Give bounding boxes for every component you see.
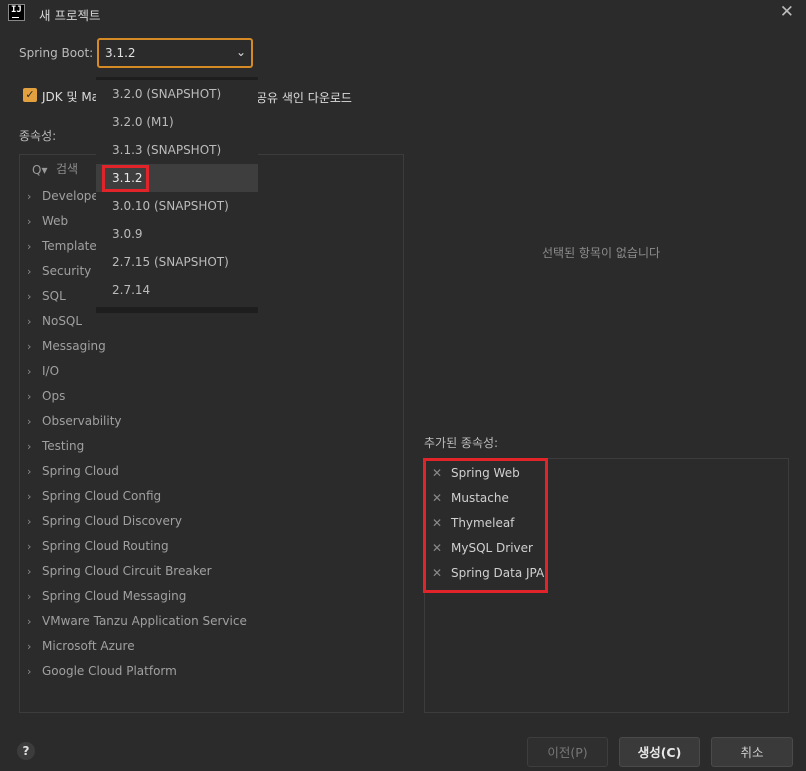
category-label: Spring Cloud Circuit Breaker (42, 564, 212, 578)
version-option[interactable]: 3.2.0 (M1) (96, 108, 258, 136)
chevron-right-icon: › (27, 365, 32, 378)
category-item[interactable]: › Spring Cloud Discovery (27, 514, 182, 534)
chevron-right-icon: › (27, 215, 32, 228)
version-option[interactable]: 2.7.14 (96, 276, 258, 304)
category-item[interactable]: › Spring Cloud (27, 464, 119, 484)
chevron-right-icon: › (27, 590, 32, 603)
category-label: SQL (42, 289, 66, 303)
jdk-option-label-start: JDK 및 Ma (42, 90, 100, 104)
chevron-right-icon: › (27, 340, 32, 353)
category-label: Security (42, 264, 92, 278)
category-label: Ops (42, 389, 66, 403)
category-item[interactable]: › Testing (27, 439, 84, 459)
category-item[interactable]: › SQL (27, 289, 66, 309)
chevron-right-icon: › (27, 565, 32, 578)
version-option[interactable]: 3.2.0 (SNAPSHOT) (96, 80, 258, 108)
category-label: Spring Cloud Messaging (42, 589, 187, 603)
category-item[interactable]: › Microsoft Azure (27, 639, 135, 659)
chevron-right-icon: › (27, 265, 32, 278)
category-label: Messaging (42, 339, 106, 353)
category-item[interactable]: › Messaging (27, 339, 106, 359)
version-option[interactable]: 2.7.15 (SNAPSHOT) (96, 248, 258, 276)
chevron-down-icon: ⌄ (235, 45, 246, 59)
category-item[interactable]: › Security (27, 264, 91, 284)
category-label: Spring Cloud Config (42, 489, 162, 503)
create-button[interactable]: 생성(C) (619, 737, 700, 767)
chevron-right-icon: › (27, 640, 32, 653)
chevron-right-icon: › (27, 315, 32, 328)
logo-text: IJ (11, 5, 22, 15)
version-dropdown-list: 3.2.0 (SNAPSHOT) 3.2.0 (M1) 3.1.3 (SNAPSHO… (96, 77, 258, 313)
help-icon[interactable]: ? (17, 742, 35, 760)
chevron-right-icon: › (27, 390, 32, 403)
chevron-right-icon: › (27, 415, 32, 428)
category-item[interactable]: › Web (27, 214, 68, 234)
category-label: Web (42, 214, 69, 228)
category-label: Testing (42, 439, 85, 453)
category-label: Google Cloud Platform (42, 664, 177, 678)
chevron-right-icon: › (27, 240, 32, 253)
category-label: NoSQL (42, 314, 83, 328)
category-label: Spring Cloud (42, 464, 119, 478)
category-label: Microsoft Azure (42, 639, 135, 653)
cancel-button[interactable]: 취소 (711, 737, 793, 767)
chevron-right-icon: › (27, 290, 32, 303)
version-option[interactable]: 3.0.10 (SNAPSHOT) (96, 192, 258, 220)
dependencies-label: 종속성: (19, 129, 57, 143)
category-item[interactable]: › Ops (27, 389, 65, 409)
selected-version-highlight (102, 165, 149, 192)
spring-boot-version-select[interactable]: 3.1.2 ⌄ (97, 38, 253, 68)
chevron-right-icon: › (27, 515, 32, 528)
category-label: Observability (42, 414, 122, 428)
chevron-right-icon: › (27, 440, 32, 453)
category-item[interactable]: › I/O (27, 364, 59, 384)
search-icon: Q▾ (32, 163, 48, 177)
category-label: VMware Tanzu Application Service (42, 614, 247, 628)
jdk-checkbox[interactable]: ✓ (23, 88, 37, 102)
previous-button[interactable]: 이전(P) (527, 737, 608, 767)
chevron-right-icon: › (27, 190, 32, 203)
version-option[interactable]: 3.1.3 (SNAPSHOT) (96, 136, 258, 164)
category-label: Spring Cloud Discovery (42, 514, 182, 528)
category-label: I/O (42, 364, 60, 378)
category-item[interactable]: › Spring Cloud Circuit Breaker (27, 564, 212, 584)
spring-boot-selected-value: 3.1.2 (105, 46, 136, 60)
spring-boot-label: Spring Boot: (19, 46, 94, 60)
category-label: Spring Cloud Routing (42, 539, 169, 553)
close-icon[interactable]: ✕ (780, 2, 794, 22)
version-option[interactable]: 3.0.9 (96, 220, 258, 248)
category-item[interactable]: › NoSQL (27, 314, 82, 334)
added-dependencies-highlight (423, 458, 548, 593)
intellij-logo-icon: IJ (8, 4, 25, 21)
jdk-option-label-end: 공유 색인 다운로드 (256, 91, 352, 105)
window-title: 새 프로젝트 (39, 8, 101, 23)
chevron-right-icon: › (27, 665, 32, 678)
category-item[interactable]: › Spring Cloud Routing (27, 539, 169, 559)
chevron-right-icon: › (27, 465, 32, 478)
category-item[interactable]: › VMware Tanzu Application Service (27, 614, 247, 634)
no-selection-text: 선택된 항목이 없습니다 (542, 246, 661, 260)
chevron-right-icon: › (27, 540, 32, 553)
category-item[interactable]: › Spring Cloud Config (27, 489, 161, 509)
category-item[interactable]: › Spring Cloud Messaging (27, 589, 186, 609)
chevron-right-icon: › (27, 615, 32, 628)
title-bar: IJ 새 프로젝트 ✕ (0, 0, 806, 26)
chevron-right-icon: › (27, 490, 32, 503)
added-dependencies-label: 추가된 종속성: (424, 436, 499, 450)
category-item[interactable]: › Observability (27, 414, 122, 434)
category-item[interactable]: › Google Cloud Platform (27, 664, 177, 684)
